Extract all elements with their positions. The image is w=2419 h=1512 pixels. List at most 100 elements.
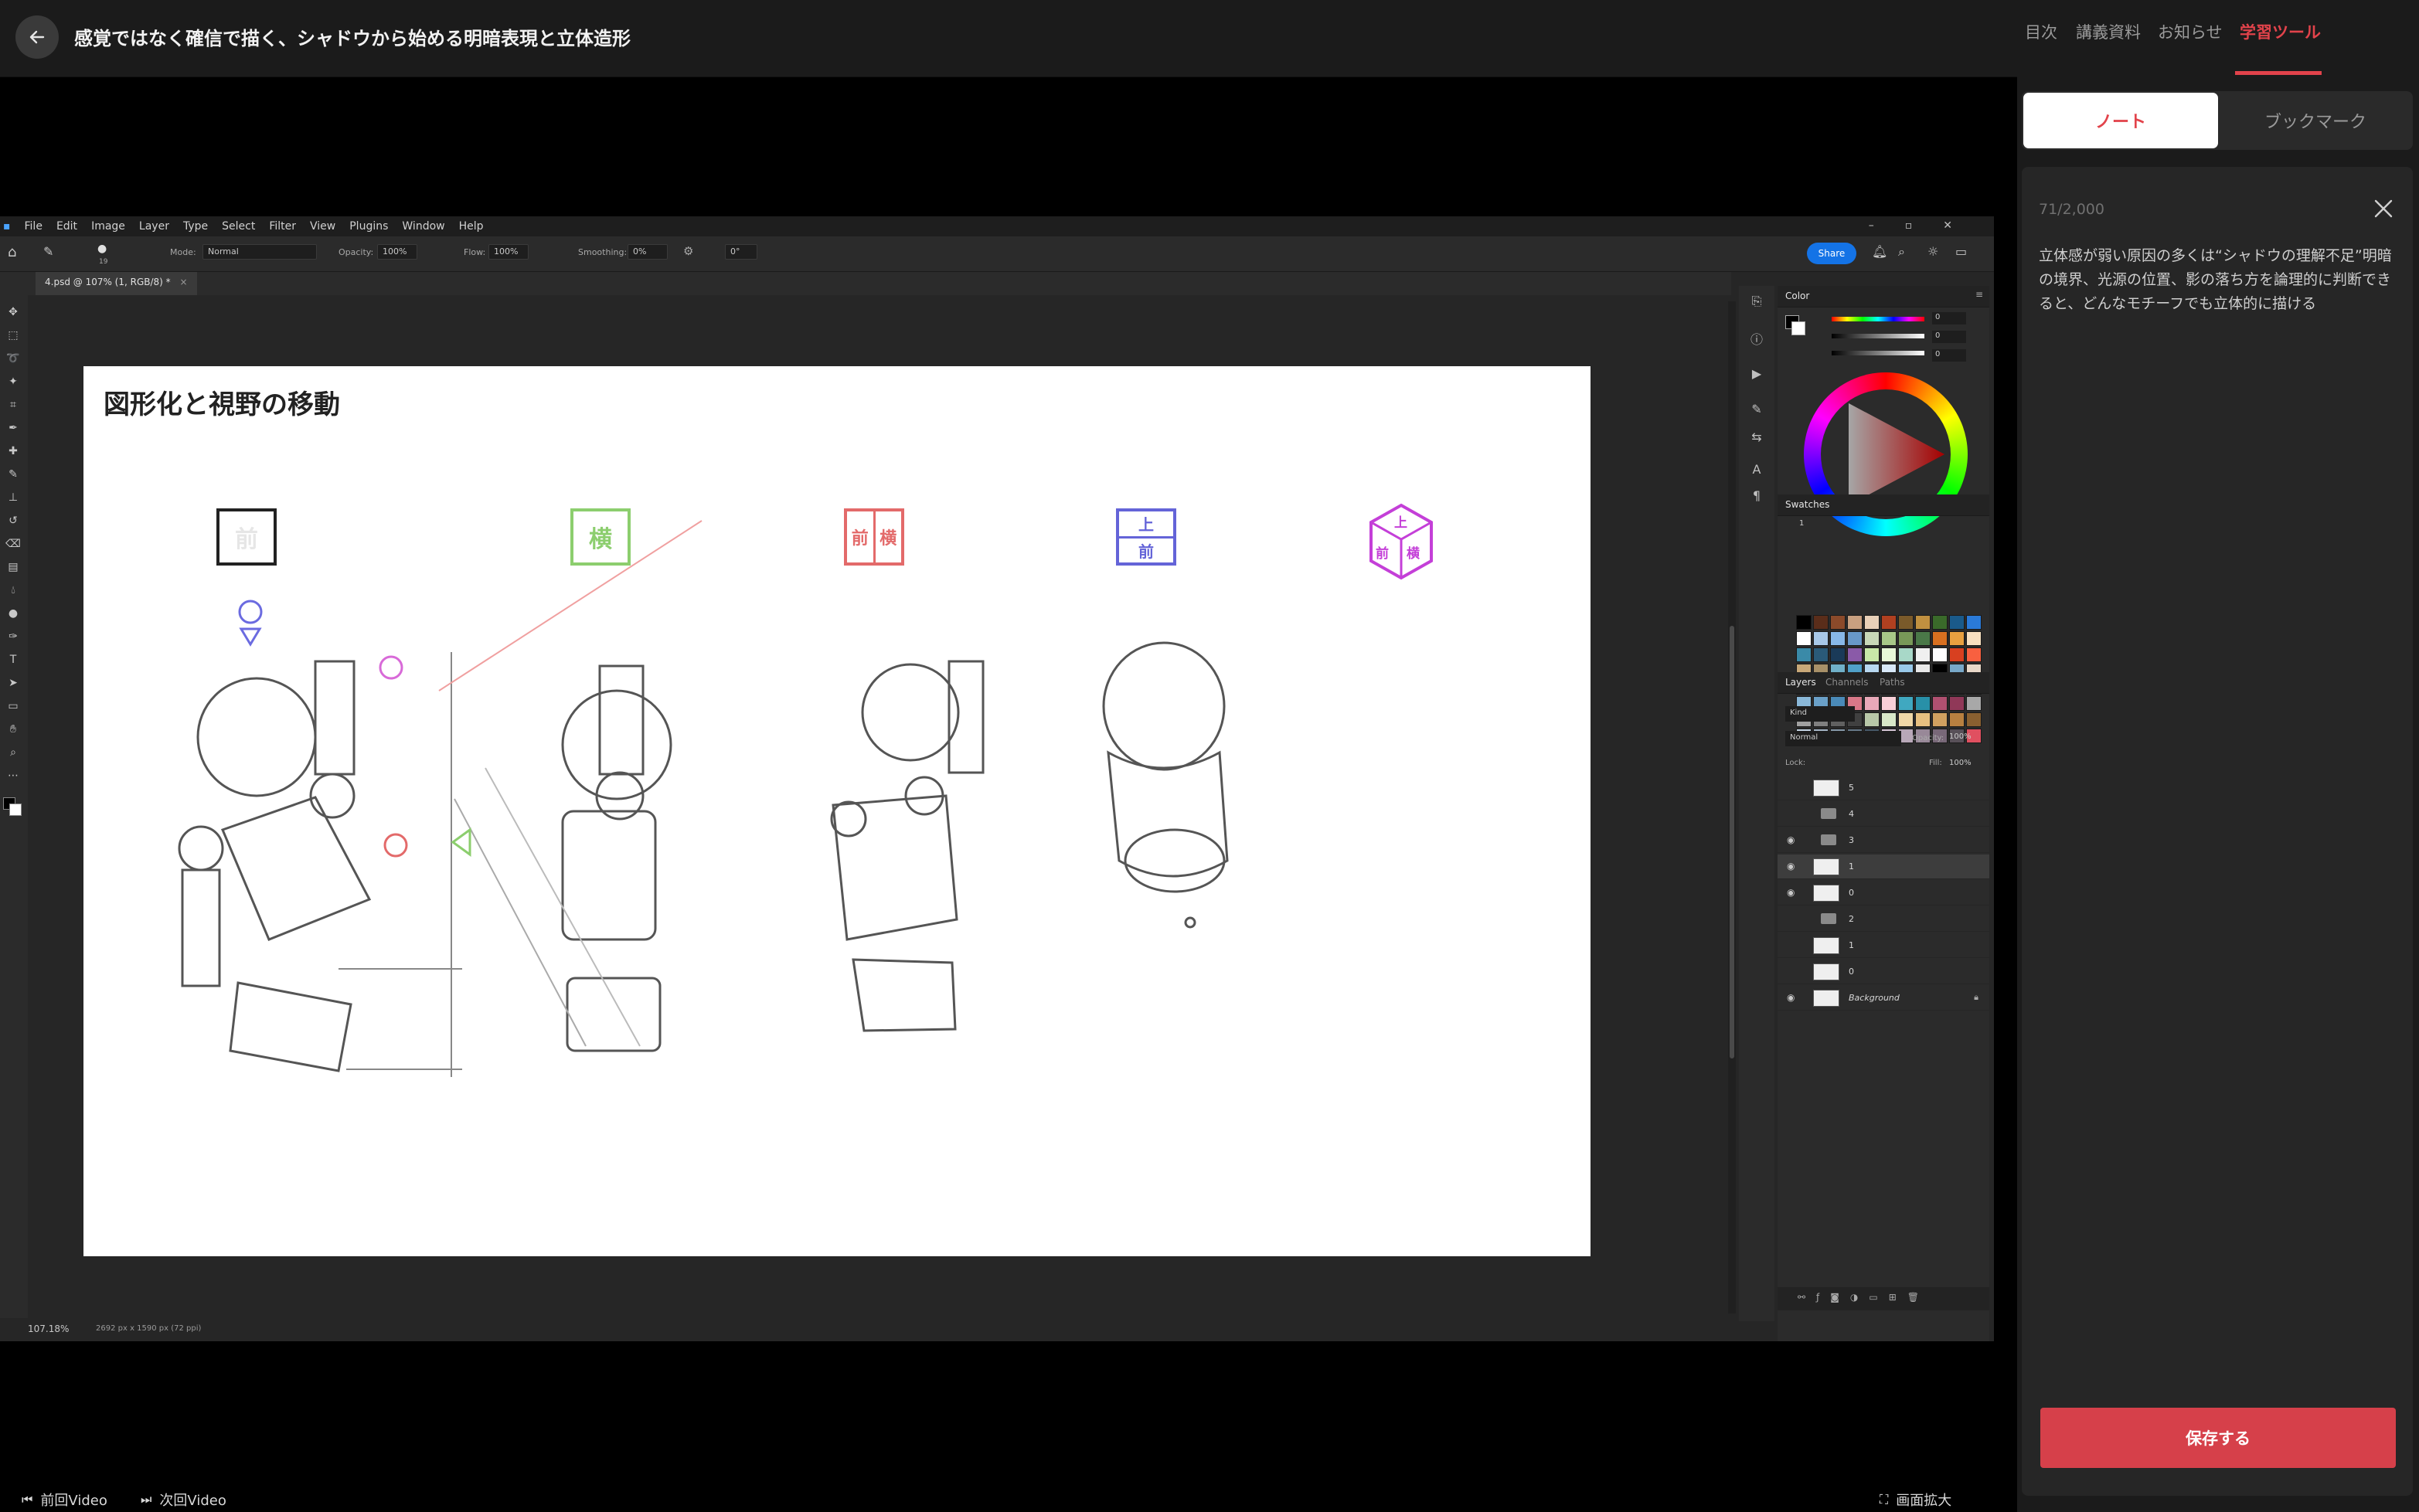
- swatch[interactable]: [1949, 631, 1965, 646]
- menu-window[interactable]: Window: [402, 220, 444, 233]
- color-value-s[interactable]: 0: [1932, 331, 1966, 343]
- next-video-button[interactable]: ⏭︎ 次回Video: [141, 1490, 226, 1510]
- swatch[interactable]: [1915, 615, 1931, 630]
- swatch[interactable]: [1881, 696, 1897, 711]
- layer-kind-filter[interactable]: Kind: [1785, 706, 1855, 722]
- magic-wand-icon[interactable]: ✦: [5, 375, 22, 391]
- tab-toc[interactable]: 目次: [2025, 20, 2057, 43]
- background-color-swatch[interactable]: [9, 804, 22, 816]
- adjustments-panel-icon[interactable]: ⇆: [1748, 430, 1765, 447]
- swatch[interactable]: [1898, 615, 1914, 630]
- workspace-icon[interactable]: ▭: [1955, 244, 1967, 259]
- history-brush-icon[interactable]: ↺: [5, 515, 22, 530]
- color-bg-swatch[interactable]: [1791, 321, 1805, 335]
- hand-tool-icon[interactable]: ✋︎: [5, 723, 22, 739]
- panel-menu-icon[interactable]: ≡: [1975, 289, 1983, 300]
- layer-row[interactable]: 1: [1778, 933, 1989, 958]
- swatch[interactable]: [1830, 631, 1846, 646]
- bookmark-tab[interactable]: ブックマーク: [2220, 93, 2411, 148]
- zoom-tool-icon[interactable]: ⌕: [5, 746, 22, 762]
- swatch[interactable]: [1864, 696, 1880, 711]
- tab-close-icon[interactable]: ×: [180, 277, 188, 287]
- swatch[interactable]: [1932, 696, 1948, 711]
- swatch[interactable]: [1847, 631, 1863, 646]
- actions-panel-icon[interactable]: ▶: [1748, 366, 1765, 383]
- swatch[interactable]: [1813, 647, 1829, 662]
- swatch[interactable]: [1796, 647, 1812, 662]
- swatch[interactable]: [1864, 647, 1880, 662]
- swatch[interactable]: [1881, 631, 1897, 646]
- crop-tool-icon[interactable]: ⌗: [5, 399, 22, 414]
- swatch[interactable]: [1932, 712, 1948, 727]
- channels-tab[interactable]: Channels: [1825, 677, 1869, 688]
- swatch[interactable]: [1830, 615, 1846, 630]
- angle-field[interactable]: 0°: [725, 244, 757, 260]
- visibility-eye-icon[interactable]: ◉: [1787, 887, 1799, 898]
- swatch[interactable]: [1813, 631, 1829, 646]
- swatch[interactable]: [1949, 647, 1965, 662]
- zoom-level[interactable]: 107.18%: [28, 1323, 69, 1334]
- swatch[interactable]: [1898, 696, 1914, 711]
- home-icon[interactable]: ⌂: [8, 244, 16, 260]
- document-tab[interactable]: 4.psd @ 107% (1, RGB/8) * ×: [36, 272, 197, 295]
- window-controls[interactable]: –▫✕: [1869, 219, 1983, 232]
- gear-icon[interactable]: ⚙: [683, 244, 693, 258]
- note-tab[interactable]: ノート: [2023, 93, 2218, 148]
- swatch[interactable]: [1796, 615, 1812, 630]
- prev-video-button[interactable]: ⏮︎ 前回Video: [22, 1490, 107, 1510]
- visibility-eye-icon[interactable]: ◉: [1787, 834, 1799, 845]
- path-select-icon[interactable]: ➤: [5, 677, 22, 692]
- paths-tab[interactable]: Paths: [1880, 677, 1905, 688]
- visibility-eye-icon[interactable]: ◉: [1787, 861, 1799, 872]
- smoothing-field[interactable]: 0%: [628, 244, 668, 260]
- swatch[interactable]: [1847, 647, 1863, 662]
- menu-file[interactable]: File: [25, 220, 43, 233]
- eyedropper-icon[interactable]: ✒: [5, 422, 22, 437]
- menu-filter[interactable]: Filter: [269, 220, 296, 233]
- swatch[interactable]: [1898, 712, 1914, 727]
- search-icon[interactable]: ⌕: [1898, 244, 1905, 260]
- swatch[interactable]: [1881, 647, 1897, 662]
- swatch[interactable]: [1966, 696, 1982, 711]
- marquee-tool-icon[interactable]: ⬚: [5, 329, 22, 345]
- swatch[interactable]: [1813, 615, 1829, 630]
- swatch[interactable]: [1796, 631, 1812, 646]
- bell-icon[interactable]: 🔔︎: [1872, 244, 1887, 259]
- gradient-icon[interactable]: ▤: [5, 561, 22, 576]
- layer-fill-value[interactable]: 100%: [1949, 759, 1972, 767]
- swatch[interactable]: [1915, 631, 1931, 646]
- swatch[interactable]: [1966, 631, 1982, 646]
- flow-field[interactable]: 100%: [488, 244, 529, 260]
- layer-row[interactable]: 2: [1778, 907, 1989, 932]
- layer-row[interactable]: ◉ 3: [1778, 828, 1989, 853]
- lasso-tool-icon[interactable]: ➰: [5, 352, 22, 368]
- dodge-icon[interactable]: ●: [5, 607, 22, 623]
- character-panel-icon[interactable]: A: [1748, 462, 1765, 479]
- menu-edit[interactable]: Edit: [56, 220, 77, 233]
- brightness-slider[interactable]: [1832, 351, 1924, 355]
- menu-select[interactable]: Select: [222, 220, 255, 233]
- menu-help[interactable]: Help: [459, 220, 484, 233]
- drawing-canvas[interactable]: 図形化と視野の移動 前 横 前 横 上 前 上 前 横: [83, 366, 1591, 1256]
- menu-layer[interactable]: Layer: [139, 220, 169, 233]
- swatch[interactable]: [1949, 696, 1965, 711]
- menu-image[interactable]: Image: [91, 220, 125, 233]
- vertical-scroll-thumb[interactable]: [1730, 626, 1734, 1058]
- menu-view[interactable]: View: [310, 220, 335, 233]
- swatch[interactable]: [1932, 615, 1948, 630]
- brush-tool-icon[interactable]: ✎: [5, 468, 22, 484]
- swatch[interactable]: [1966, 615, 1982, 630]
- layer-row[interactable]: 4: [1778, 802, 1989, 827]
- note-close-button[interactable]: [2371, 196, 2396, 221]
- history-panel-icon[interactable]: ⎘: [1748, 294, 1765, 311]
- tab-materials[interactable]: 講義資料: [2076, 20, 2141, 43]
- shape-tool-icon[interactable]: ▭: [5, 700, 22, 715]
- lightbulb-icon[interactable]: ☼: [1927, 244, 1938, 259]
- swatch[interactable]: [1932, 647, 1948, 662]
- layer-blend-mode[interactable]: Normal: [1785, 731, 1901, 746]
- swatch[interactable]: [1932, 631, 1948, 646]
- layers-footer-icons[interactable]: ⚯ƒ◙◑▭⊞🗑︎: [1778, 1287, 1989, 1310]
- paragraph-panel-icon[interactable]: ¶: [1748, 488, 1765, 505]
- swatch[interactable]: [1898, 631, 1914, 646]
- swatch[interactable]: [1949, 615, 1965, 630]
